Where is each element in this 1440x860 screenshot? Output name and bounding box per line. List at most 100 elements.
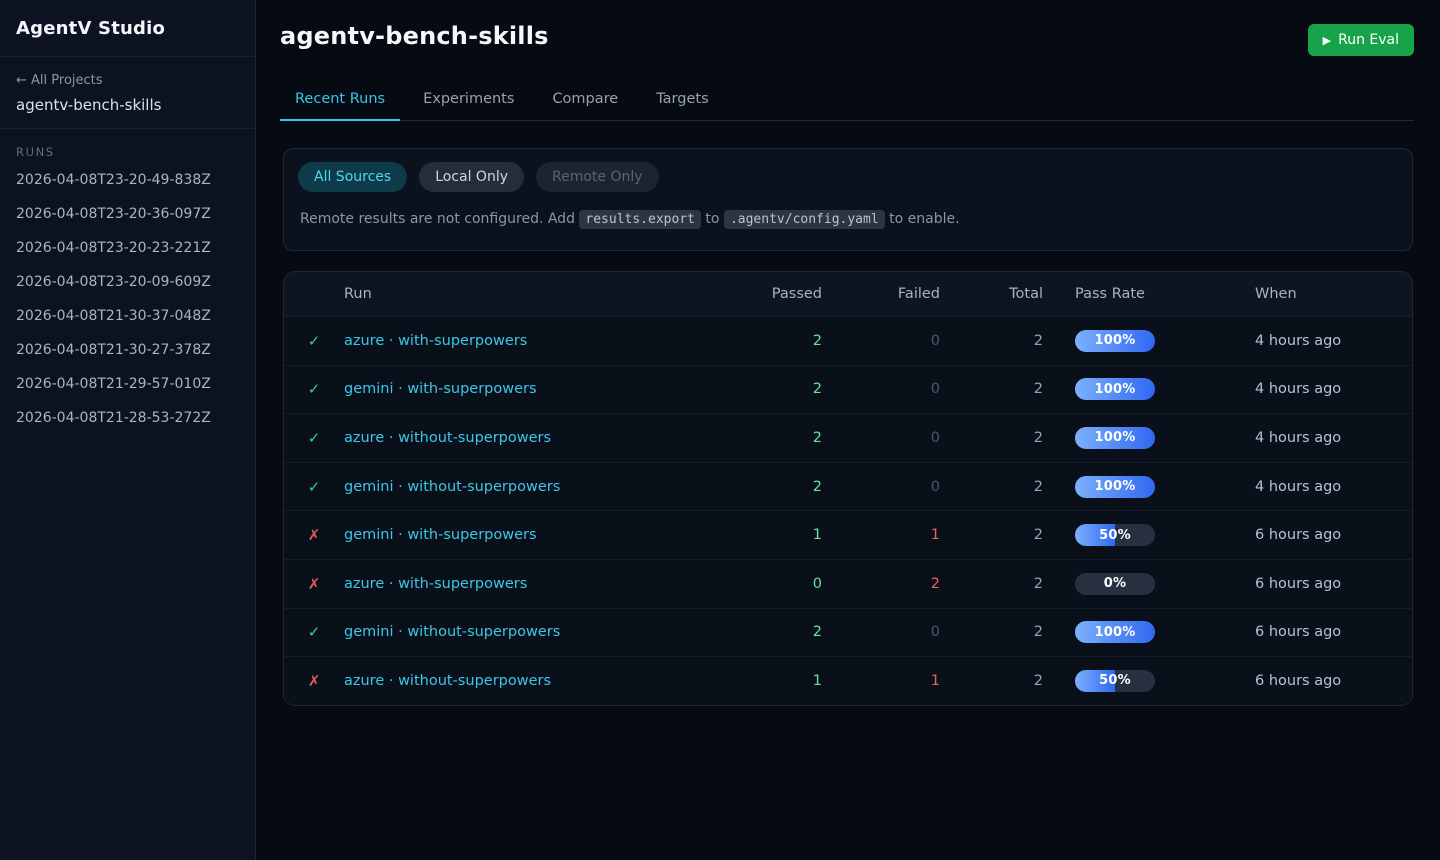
sidebar: AgentV Studio ← All Projects agentv-benc… xyxy=(0,0,256,860)
check-icon: ✓ xyxy=(284,429,344,447)
sidebar-run-item[interactable]: 2026-04-08T21-29-57-010Z xyxy=(0,367,255,401)
tab-experiments[interactable]: Experiments xyxy=(408,82,529,121)
table-row: ✓azure · without-superpowers202100%4 hou… xyxy=(284,413,1412,462)
pass-rate-label: 100% xyxy=(1075,330,1155,352)
pass-rate-label: 100% xyxy=(1075,378,1155,400)
run-link[interactable]: gemini · with-superpowers xyxy=(344,381,537,397)
run-link[interactable]: gemini · without-superpowers xyxy=(344,479,560,495)
failed-count: 0 xyxy=(822,624,940,640)
table-row: ✗gemini · with-superpowers11250%6 hours … xyxy=(284,510,1412,559)
run-link[interactable]: azure · with-superpowers xyxy=(344,576,527,592)
run-link[interactable]: gemini · without-superpowers xyxy=(344,624,560,640)
app-title: AgentV Studio xyxy=(0,0,255,57)
table-row: ✗azure · with-superpowers0220%6 hours ag… xyxy=(284,559,1412,608)
cross-icon: ✗ xyxy=(284,575,344,593)
tab-compare[interactable]: Compare xyxy=(537,82,633,121)
passed-count: 2 xyxy=(732,381,822,397)
check-icon: ✓ xyxy=(284,332,344,350)
page-title: agentv-bench-skills xyxy=(280,22,549,50)
sidebar-run-item[interactable]: 2026-04-08T21-30-27-378Z xyxy=(0,333,255,367)
sidebar-run-item[interactable]: 2026-04-08T23-20-23-221Z xyxy=(0,231,255,265)
total-count: 2 xyxy=(940,624,1043,640)
when-text: 6 hours ago xyxy=(1243,673,1412,689)
run-link[interactable]: azure · without-superpowers xyxy=(344,430,551,446)
runs-section-label: RUNS xyxy=(0,129,255,163)
filter-pill-remote-only[interactable]: Remote Only xyxy=(536,162,659,192)
run-link[interactable]: azure · without-superpowers xyxy=(344,673,551,689)
main-content: agentv-bench-skills ▶ Run Eval Recent Ru… xyxy=(256,0,1440,860)
when-text: 4 hours ago xyxy=(1243,381,1412,397)
when-text: 4 hours ago xyxy=(1243,333,1412,349)
check-icon: ✓ xyxy=(284,623,344,641)
pass-rate-label: 50% xyxy=(1075,524,1155,546)
filter-pill-local-only[interactable]: Local Only xyxy=(419,162,524,192)
when-text: 6 hours ago xyxy=(1243,624,1412,640)
main-header: agentv-bench-skills ▶ Run Eval xyxy=(256,0,1440,56)
filter-pill-all-sources[interactable]: All Sources xyxy=(298,162,407,192)
sidebar-project-name: agentv-bench-skills xyxy=(16,96,239,114)
sidebar-run-item[interactable]: 2026-04-08T21-28-53-272Z xyxy=(0,401,255,435)
passed-count: 2 xyxy=(732,333,822,349)
run-eval-button[interactable]: ▶ Run Eval xyxy=(1308,24,1414,56)
runs-table: Run Passed Failed Total Pass Rate When ✓… xyxy=(283,271,1413,706)
pass-rate-bar: 100% xyxy=(1075,330,1155,352)
pass-rate-bar: 50% xyxy=(1075,524,1155,546)
sidebar-run-item[interactable]: 2026-04-08T21-30-37-048Z xyxy=(0,299,255,333)
pass-rate-bar: 100% xyxy=(1075,476,1155,498)
failed-count: 2 xyxy=(822,576,940,592)
column-header-total: Total xyxy=(940,286,1043,302)
run-link[interactable]: gemini · with-superpowers xyxy=(344,527,537,543)
pass-rate-bar: 100% xyxy=(1075,427,1155,449)
sidebar-run-item[interactable]: 2026-04-08T23-20-36-097Z xyxy=(0,197,255,231)
failed-count: 0 xyxy=(822,430,940,446)
column-header-run: Run xyxy=(344,286,732,302)
passed-count: 0 xyxy=(732,576,822,592)
total-count: 2 xyxy=(940,333,1043,349)
when-text: 6 hours ago xyxy=(1243,527,1412,543)
passed-count: 1 xyxy=(732,527,822,543)
column-header-when: When xyxy=(1243,286,1412,302)
failed-count: 0 xyxy=(822,479,940,495)
pass-rate-bar: 50% xyxy=(1075,670,1155,692)
total-count: 2 xyxy=(940,381,1043,397)
table-row: ✓gemini · with-superpowers 202 100% 4 hours… xyxy=(284,365,1412,414)
column-header-passed: Passed xyxy=(732,286,822,302)
tab-targets[interactable]: Targets xyxy=(641,82,723,121)
source-filter-card: All Sources Local Only Remote Only Remote … xyxy=(283,148,1413,251)
pass-rate-label: 50% xyxy=(1075,670,1155,692)
note-text: to enable. xyxy=(885,211,960,227)
failed-count: 0 xyxy=(822,381,940,397)
play-icon: ▶ xyxy=(1323,35,1331,46)
cross-icon: ✗ xyxy=(284,526,344,544)
passed-count: 2 xyxy=(732,430,822,446)
sidebar-project-block: ← All Projects agentv-bench-skills xyxy=(0,57,255,129)
sidebar-run-item[interactable]: 2026-04-08T23-20-09-609Z xyxy=(0,265,255,299)
source-filter-pills: All Sources Local Only Remote Only xyxy=(298,162,1398,192)
pass-rate-label: 100% xyxy=(1075,476,1155,498)
remote-config-note: Remote results are not configured. Add r… xyxy=(300,208,1396,231)
run-eval-label: Run Eval xyxy=(1338,32,1399,48)
when-text: 6 hours ago xyxy=(1243,576,1412,592)
table-row: ✓gemini · without-superpowers202100%4 ho… xyxy=(284,462,1412,511)
sidebar-run-item[interactable]: 2026-04-08T23-20-49-838Z xyxy=(0,163,255,197)
total-count: 2 xyxy=(940,527,1043,543)
cross-icon: ✗ xyxy=(284,672,344,690)
check-icon: ✓ xyxy=(284,380,344,398)
failed-count: 1 xyxy=(822,527,940,543)
column-header-pass-rate: Pass Rate xyxy=(1043,286,1243,302)
table-header-row: Run Passed Failed Total Pass Rate When xyxy=(284,272,1412,316)
code-chip-results-export: results.export xyxy=(579,210,701,229)
note-text: to xyxy=(701,211,724,227)
table-row: ✓azure · with-superpowers202100%4 hours … xyxy=(284,316,1412,365)
total-count: 2 xyxy=(940,479,1043,495)
when-text: 4 hours ago xyxy=(1243,430,1412,446)
all-projects-back-link[interactable]: ← All Projects xyxy=(16,73,103,88)
pass-rate-bar: 100% xyxy=(1075,378,1155,400)
passed-count: 1 xyxy=(732,673,822,689)
check-icon: ✓ xyxy=(284,478,344,496)
tab-recent-runs[interactable]: Recent Runs xyxy=(280,82,400,121)
pass-rate-bar: 0% xyxy=(1075,573,1155,595)
run-link[interactable]: azure · with-superpowers xyxy=(344,333,527,349)
when-text: 4 hours ago xyxy=(1243,479,1412,495)
pass-rate-label: 100% xyxy=(1075,621,1155,643)
